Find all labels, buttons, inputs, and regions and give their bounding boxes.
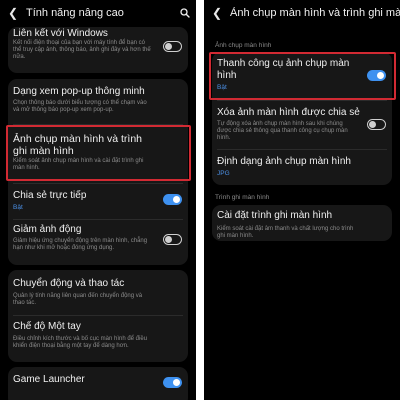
setting-subtitle: Giảm hiệu ứng chuyển động trên màn hình,…: [13, 238, 148, 252]
setting-title: Định dạng ảnh chụp màn hình: [217, 156, 351, 167]
setting-subtitle: Chọn thông báo dưới biểu tượng có thể ch…: [13, 100, 147, 114]
page-title: Ảnh chụp màn hình và trình ghi màn hình: [230, 7, 400, 19]
setting-item-game-launcher[interactable]: Game Launcher: [8, 367, 188, 397]
setting-status: JPG: [217, 170, 230, 177]
setting-title: Chế độ Một tay: [13, 321, 81, 332]
back-arrow-icon[interactable]: ❮: [204, 6, 230, 20]
setting-title: Xóa ảnh màn hình được chia sẻ: [217, 107, 360, 118]
setting-item-delete-shared[interactable]: Xóa ảnh màn hình được chia sẻ Tự động xó…: [212, 104, 392, 146]
section-header: Ảnh chụp màn hình: [215, 42, 272, 49]
settings-card: Cài đặt trình ghi màn hình Kiểm soát cài…: [212, 205, 392, 241]
setting-subtitle: Điều chỉnh kích thước và bố cục màn hình…: [13, 336, 148, 350]
divider: [217, 149, 387, 150]
setting-subtitle: Kiểm soát cài đặt âm thanh và chất lượng…: [217, 226, 354, 240]
setting-item-screenshot-format[interactable]: Định dạng ảnh chụp màn hình JPG: [212, 152, 392, 182]
page-title: Tính năng nâng cao: [26, 7, 124, 19]
setting-subtitle: Quản lý tính năng liên quan đến chuyển đ…: [13, 293, 143, 307]
setting-title: Giảm ảnh động: [13, 224, 82, 235]
section-header: Trình ghi màn hình: [215, 194, 270, 201]
setting-title: Liên kết với Windows: [13, 28, 108, 39]
settings-card: Game Launcher: [8, 367, 188, 400]
top-app-bar: ❮ Ảnh chụp màn hình và trình ghi màn hìn…: [204, 0, 400, 26]
setting-title: Game Launcher: [13, 374, 85, 385]
setting-item-smart-popup[interactable]: Dạng xem pop-up thông minh Chọn thông bá…: [8, 83, 188, 123]
settings-card: Liên kết với Windows Kết nối điện thoại …: [8, 27, 188, 73]
direct-share-toggle[interactable]: [163, 194, 182, 205]
divider: [13, 183, 183, 184]
setting-item-motions-gestures[interactable]: Chuyển động và thao tác Quản lý tính năn…: [8, 274, 188, 314]
setting-item-reduce-animations[interactable]: Giảm ảnh động Giảm hiệu ứng chuyển động …: [8, 222, 188, 262]
left-screen: ❮ Tính năng nâng cao Liên kết với Window…: [0, 0, 196, 400]
divider: [13, 219, 183, 220]
setting-item-link-windows[interactable]: Liên kết với Windows Kết nối điện thoại …: [8, 27, 188, 73]
setting-subtitle: Kết nối điện thoại của bạn với máy tính …: [13, 40, 151, 61]
setting-title: Cài đặt trình ghi màn hình: [217, 210, 333, 221]
setting-title: Chuyển động và thao tác: [13, 278, 125, 289]
toggle-knob: [173, 379, 180, 386]
setting-item-one-handed-mode[interactable]: Chế độ Một tay Điều chỉnh kích thước và …: [8, 318, 188, 360]
delete-shared-toggle[interactable]: [367, 119, 386, 130]
toggle-knob: [173, 196, 180, 203]
highlight-box: [6, 125, 191, 181]
setting-title: Chia sẻ trực tiếp: [13, 190, 87, 201]
divider: [217, 100, 387, 101]
toggle-knob: [165, 235, 172, 243]
setting-status: Bật: [13, 204, 23, 211]
reduce-animations-toggle[interactable]: [163, 234, 182, 245]
link-windows-toggle[interactable]: [163, 41, 182, 52]
game-launcher-toggle[interactable]: [163, 377, 182, 388]
search-icon[interactable]: [174, 2, 196, 24]
top-app-bar: ❮ Tính năng nâng cao: [0, 0, 196, 26]
setting-title: Dạng xem pop-up thông minh: [13, 86, 145, 97]
setting-item-screen-recorder-settings[interactable]: Cài đặt trình ghi màn hình Kiểm soát cài…: [212, 205, 392, 241]
divider: [13, 315, 183, 316]
toggle-knob: [369, 120, 376, 128]
right-screen: ❮ Ảnh chụp màn hình và trình ghi màn hìn…: [204, 0, 400, 400]
back-arrow-icon[interactable]: ❮: [0, 6, 26, 20]
settings-card: Chuyển động và thao tác Quản lý tính năn…: [8, 270, 188, 362]
highlight-box: [209, 52, 396, 100]
setting-subtitle: Tự động xóa ảnh chụp màn hình sau khi ch…: [217, 121, 348, 142]
setting-item-direct-share[interactable]: Chia sẻ trực tiếp Bật: [8, 187, 188, 217]
toggle-knob: [165, 42, 172, 50]
